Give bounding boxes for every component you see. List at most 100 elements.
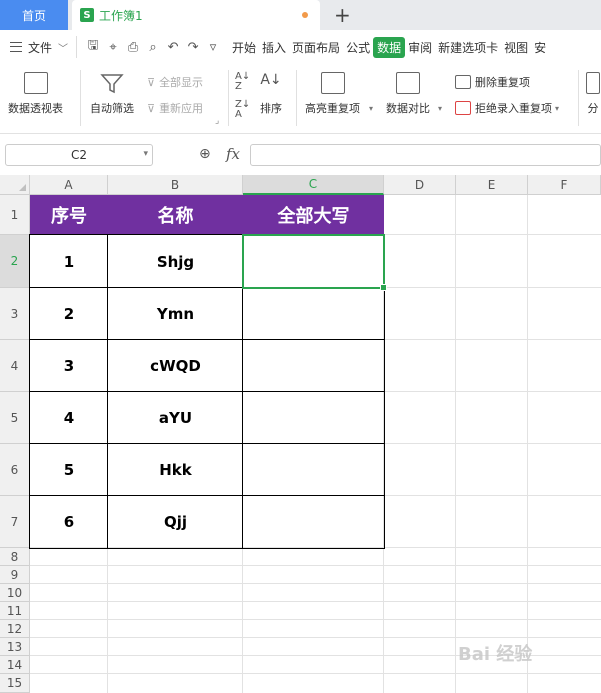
- cell-a6[interactable]: 5: [30, 444, 108, 496]
- sort-button[interactable]: A↓ 排序: [260, 72, 282, 116]
- column-header-c[interactable]: C: [243, 175, 384, 195]
- row-header-1[interactable]: 1: [0, 195, 30, 235]
- file-menu[interactable]: 文件 ﹀: [10, 39, 68, 56]
- autofilter-button[interactable]: 自动筛选: [90, 72, 134, 116]
- menu-item-review[interactable]: 审阅: [405, 39, 435, 56]
- cell-b3[interactable]: Ymn: [108, 288, 243, 340]
- insert-function-icon[interactable]: fx: [226, 145, 240, 163]
- row-header-15[interactable]: 15: [0, 674, 30, 693]
- data-compare-button[interactable]: 数据对比: [386, 72, 430, 116]
- cell-c3[interactable]: [243, 288, 384, 340]
- select-all-button[interactable]: [0, 175, 30, 195]
- cell-b7[interactable]: Qjj: [108, 496, 243, 548]
- row-header-3[interactable]: 3: [0, 288, 30, 340]
- cell-a2[interactable]: 1: [30, 235, 108, 288]
- print-preview-icon[interactable]: ⌕: [143, 40, 163, 55]
- cell-b5[interactable]: aYU: [108, 392, 243, 444]
- name-box[interactable]: C2 ▾: [5, 144, 153, 166]
- grid-line: [30, 565, 601, 566]
- reapply-button[interactable]: ⊽ 重新应用: [147, 100, 203, 116]
- cell-b4[interactable]: cWQD: [108, 340, 243, 392]
- tab-home[interactable]: 首页: [0, 0, 68, 30]
- show-all-button[interactable]: ⊽ 全部显示: [147, 74, 203, 90]
- row-header-12[interactable]: 12: [0, 620, 30, 638]
- tab-workbook[interactable]: S 工作簿1: [72, 0, 320, 30]
- menu-item-formulas[interactable]: 公式: [343, 39, 373, 56]
- unsaved-dot-icon: [302, 12, 308, 18]
- delete-duplicates-button[interactable]: 删除重复项: [455, 74, 530, 90]
- sort-az-icon: A↓ Z: [235, 71, 251, 92]
- cell-c5[interactable]: [243, 392, 384, 444]
- highlight-duplicates-button[interactable]: 高亮重复项: [305, 72, 360, 116]
- filter-settings-launcher-icon[interactable]: ⌟: [215, 116, 219, 126]
- undo-icon[interactable]: ↶: [163, 40, 183, 55]
- cell-b2[interactable]: Shjg: [108, 235, 243, 288]
- row-header-7[interactable]: 7: [0, 496, 30, 548]
- cell-a7[interactable]: 6: [30, 496, 108, 548]
- pivot-table-button[interactable]: 数据透视表: [8, 72, 63, 116]
- data-compare-label: 数据对比: [386, 102, 430, 115]
- menu-item-new-tab[interactable]: 新建选项卡: [435, 39, 501, 56]
- chevron-down-icon[interactable]: ▾: [369, 104, 373, 113]
- file-menu-label: 文件: [28, 40, 53, 55]
- selected-cell-outline: [242, 234, 387, 291]
- cell-c1[interactable]: 全部大写: [243, 195, 384, 235]
- cell-b6[interactable]: Hkk: [108, 444, 243, 496]
- row-header-8[interactable]: 8: [0, 548, 30, 566]
- row-header-9[interactable]: 9: [0, 566, 30, 584]
- menu-item-insert[interactable]: 插入: [259, 39, 289, 56]
- cell-c7[interactable]: [243, 496, 384, 548]
- chevron-down-icon[interactable]: ▾: [438, 104, 442, 113]
- row-header-10[interactable]: 10: [0, 584, 30, 602]
- column-header-f[interactable]: F: [528, 175, 601, 195]
- name-box-value: C2: [70, 148, 87, 162]
- pivot-table-icon: [23, 72, 48, 94]
- menu-item-page-layout[interactable]: 页面布局: [289, 39, 343, 56]
- tab-workbook-title: 工作簿1: [99, 8, 143, 23]
- cell-c6[interactable]: [243, 444, 384, 496]
- column-header-b[interactable]: B: [108, 175, 243, 195]
- column-header-d[interactable]: D: [384, 175, 456, 195]
- row-header-14[interactable]: 14: [0, 656, 30, 674]
- chevron-down-icon[interactable]: ▾: [555, 104, 559, 113]
- row-header-6[interactable]: 6: [0, 444, 30, 496]
- menu-item-security[interactable]: 安: [531, 39, 549, 56]
- split-button[interactable]: 分: [586, 72, 600, 116]
- highlight-duplicates-icon: [320, 72, 345, 94]
- table-border: [29, 495, 385, 496]
- format-painter-icon[interactable]: ⌖: [103, 40, 123, 55]
- menu-row: 文件 ﹀ 🖫 ⌖ ⎙ ⌕ ↶ ↷ ▿ 开始 插入 页面布局 公式 数据 审阅 新…: [0, 30, 601, 64]
- cell-a4[interactable]: 3: [30, 340, 108, 392]
- formula-input[interactable]: [250, 144, 601, 166]
- cell-a1[interactable]: 序号: [30, 195, 108, 235]
- watermark: Bai 经验: [458, 644, 533, 665]
- row-header-13[interactable]: 13: [0, 638, 30, 656]
- print-icon[interactable]: ⎙: [123, 40, 143, 55]
- sort-descending-button[interactable]: Z↓ A: [235, 100, 250, 120]
- new-tab-button[interactable]: +: [334, 3, 351, 27]
- menu-item-data[interactable]: 数据: [373, 36, 406, 58]
- zoom-formula-icon[interactable]: ⊕: [199, 146, 211, 162]
- row-header-11[interactable]: 11: [0, 602, 30, 620]
- row-header-5[interactable]: 5: [0, 392, 30, 444]
- reject-duplicates-button[interactable]: 拒绝录入重复项 ▾: [455, 100, 559, 116]
- cell-c4[interactable]: [243, 340, 384, 392]
- cell-b1[interactable]: 名称: [108, 195, 243, 235]
- column-header-a[interactable]: A: [30, 175, 108, 195]
- cell-a5[interactable]: 4: [30, 392, 108, 444]
- chevron-down-icon[interactable]: ▾: [143, 149, 148, 159]
- row-header-4[interactable]: 4: [0, 340, 30, 392]
- spreadsheet-icon: S: [80, 8, 94, 22]
- sort-ascending-button[interactable]: A↓ Z: [235, 72, 250, 92]
- cell-a3[interactable]: 2: [30, 288, 108, 340]
- menu-item-home[interactable]: 开始: [229, 39, 259, 56]
- menu-item-view[interactable]: 视图: [501, 39, 531, 56]
- column-header-e[interactable]: E: [456, 175, 528, 195]
- table-border: [29, 391, 385, 392]
- customize-icon[interactable]: ▿: [203, 40, 223, 55]
- tab-bar: 首页 S 工作簿1 +: [0, 0, 601, 30]
- save-icon[interactable]: 🖫: [83, 36, 103, 58]
- sort-icon: A↓: [260, 72, 282, 88]
- redo-icon[interactable]: ↷: [183, 40, 203, 55]
- row-header-2[interactable]: 2: [0, 235, 30, 288]
